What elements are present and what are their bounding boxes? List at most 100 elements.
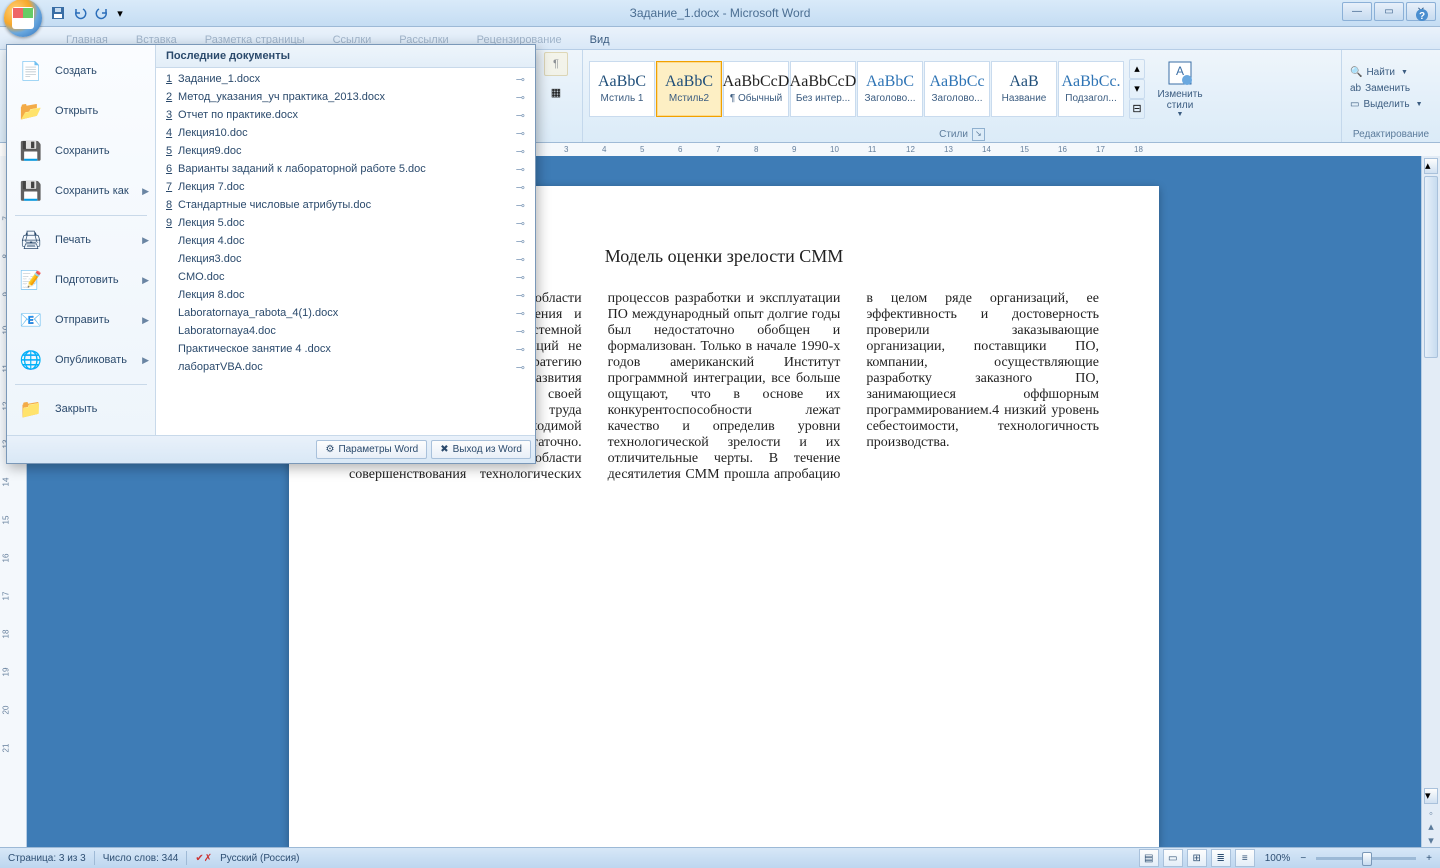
menu-send[interactable]: 📧Отправить▶ <box>7 300 155 340</box>
gallery-more-icon[interactable]: ⊟ <box>1129 99 1145 119</box>
tab-view[interactable]: Вид <box>576 31 624 49</box>
menu-prepare[interactable]: 📝Подготовить▶ <box>7 260 155 300</box>
group-editing: 🔍Найти▼ abЗаменить ▭Выделить▼ Редактиров… <box>1342 50 1440 142</box>
scroll-down-icon[interactable]: ▾ <box>1424 788 1438 804</box>
recent-document-item[interactable]: 4Лекция10.doc⊸ <box>160 124 531 142</box>
browse-object-icon[interactable]: ◦ <box>1426 808 1436 818</box>
pin-icon[interactable]: ⊸ <box>516 181 525 194</box>
prev-page-icon[interactable]: ▴ <box>1424 820 1438 832</box>
recent-document-item[interactable]: Практическое занятие 4 .docx⊸ <box>160 340 531 358</box>
status-words[interactable]: Число слов: 344 <box>103 853 179 864</box>
pilcrow-icon[interactable]: ¶ <box>544 52 568 76</box>
zoom-level[interactable]: 100% <box>1265 853 1291 864</box>
pin-icon[interactable]: ⊸ <box>516 343 525 356</box>
style-item[interactable]: AaBbCЗаголово... <box>857 61 923 117</box>
menu-close[interactable]: 📁Закрыть <box>7 389 155 429</box>
pin-icon[interactable]: ⊸ <box>516 127 525 140</box>
word-options-button[interactable]: ⚙Параметры Word <box>316 440 427 459</box>
zoom-out-icon[interactable]: − <box>1300 853 1306 864</box>
recent-document-item[interactable]: 2Метод_указания_уч практика_2013.docx⊸ <box>160 88 531 106</box>
gallery-down-icon[interactable]: ▾ <box>1129 79 1145 99</box>
recent-document-item[interactable]: Laboratornaya_rabota_4(1).docx⊸ <box>160 304 531 322</box>
window-title: Задание_1.docx - Microsoft Word <box>630 6 811 20</box>
recent-document-item[interactable]: 1Задание_1.docx⊸ <box>160 70 531 88</box>
menu-open[interactable]: 📂Открыть <box>7 91 155 131</box>
proofing-icon[interactable]: ✔✗ <box>195 853 212 864</box>
style-item[interactable]: AaBbCМстиль2 <box>656 61 722 117</box>
pin-icon[interactable]: ⊸ <box>516 73 525 86</box>
recent-document-item[interactable]: Лекция3.doc⊸ <box>160 250 531 268</box>
pin-icon[interactable]: ⊸ <box>516 271 525 284</box>
pin-icon[interactable]: ⊸ <box>516 163 525 176</box>
menu-new[interactable]: 📄Создать <box>7 51 155 91</box>
style-item[interactable]: AaBbCМстиль 1 <box>589 61 655 117</box>
select-button[interactable]: ▭Выделить▼ <box>1346 97 1427 112</box>
minimize-button[interactable]: — <box>1342 2 1372 21</box>
recent-document-item[interactable]: CMO.doc⊸ <box>160 268 531 286</box>
view-outline-icon[interactable]: ≣ <box>1211 849 1231 867</box>
borders-icon[interactable]: ▦ <box>544 80 568 104</box>
recent-document-item[interactable]: 9Лекция 5.doc⊸ <box>160 214 531 232</box>
qat-redo-icon[interactable] <box>92 3 112 23</box>
change-styles-button[interactable]: A Изменить стили▼ <box>1148 53 1212 125</box>
qat-save-icon[interactable] <box>48 3 68 23</box>
status-page[interactable]: Страница: 3 из 3 <box>8 853 86 864</box>
status-language[interactable]: Русский (Россия) <box>220 853 299 864</box>
menu-save[interactable]: 💾Сохранить <box>7 131 155 171</box>
style-item[interactable]: AaBНазвание <box>991 61 1057 117</box>
help-icon[interactable]: ? <box>1410 3 1434 27</box>
styles-launcher-icon[interactable]: ↘ <box>972 128 985 141</box>
scroll-thumb[interactable] <box>1424 176 1438 358</box>
style-item[interactable]: AaBbCc.Подзагол... <box>1058 61 1124 117</box>
pin-icon[interactable]: ⊸ <box>516 235 525 248</box>
pin-icon[interactable]: ⊸ <box>516 325 525 338</box>
recent-document-item[interactable]: 8Стандартные числовые атрибуты.doc⊸ <box>160 196 531 214</box>
menu-publish[interactable]: 🌐Опубликовать▶ <box>7 340 155 380</box>
open-icon: 📂 <box>17 97 45 125</box>
recent-document-item[interactable]: 3Отчет по практике.docx⊸ <box>160 106 531 124</box>
office-button[interactable] <box>4 0 42 37</box>
exit-word-button[interactable]: ✖Выход из Word <box>431 440 531 459</box>
styles-gallery[interactable]: AaBbCМстиль 1AaBbCМстиль2AaBbCcD¶ Обычны… <box>589 61 1124 117</box>
svg-text:?: ? <box>1419 11 1425 22</box>
qat-customize-icon[interactable]: ▾ <box>114 3 126 23</box>
view-full-screen-icon[interactable]: ▭ <box>1163 849 1183 867</box>
pin-icon[interactable]: ⊸ <box>516 361 525 374</box>
pin-icon[interactable]: ⊸ <box>516 289 525 302</box>
recent-document-item[interactable]: Лекция 8.doc⊸ <box>160 286 531 304</box>
next-page-icon[interactable]: ▾ <box>1424 834 1438 846</box>
scroll-up-icon[interactable]: ▴ <box>1424 158 1438 174</box>
style-item[interactable]: AaBbCcD¶ Обычный <box>723 61 789 117</box>
quick-access-toolbar: ▾ <box>48 3 126 23</box>
style-item[interactable]: AaBbCcDБез интер... <box>790 61 856 117</box>
office-menu-commands: 📄Создать 📂Открыть 💾Сохранить 💾Сохранить … <box>7 45 156 435</box>
menu-save-as[interactable]: 💾Сохранить как▶ <box>7 171 155 211</box>
recent-document-item[interactable]: Лекция 4.doc⊸ <box>160 232 531 250</box>
recent-document-item[interactable]: 5Лекция9.doc⊸ <box>160 142 531 160</box>
view-draft-icon[interactable]: ≡ <box>1235 849 1255 867</box>
zoom-slider[interactable] <box>1316 857 1416 860</box>
pin-icon[interactable]: ⊸ <box>516 307 525 320</box>
pin-icon[interactable]: ⊸ <box>516 109 525 122</box>
vertical-scrollbar[interactable]: ▴ ▾ ◦ ▴ ▾ <box>1421 156 1440 848</box>
recent-document-item[interactable]: 6Варианты заданий к лабораторной работе … <box>160 160 531 178</box>
gallery-up-icon[interactable]: ▴ <box>1129 59 1145 79</box>
replace-button[interactable]: abЗаменить <box>1346 81 1427 96</box>
pin-icon[interactable]: ⊸ <box>516 199 525 212</box>
style-item[interactable]: AaBbCcЗаголово... <box>924 61 990 117</box>
recent-document-item[interactable]: лаборатVBA.doc⊸ <box>160 358 531 376</box>
qat-undo-icon[interactable] <box>70 3 90 23</box>
find-button[interactable]: 🔍Найти▼ <box>1346 65 1427 80</box>
zoom-in-icon[interactable]: + <box>1426 853 1432 864</box>
pin-icon[interactable]: ⊸ <box>516 145 525 158</box>
view-web-icon[interactable]: ⊞ <box>1187 849 1207 867</box>
view-print-layout-icon[interactable]: ▤ <box>1139 849 1159 867</box>
recent-document-item[interactable]: Laboratornaya4.doc⊸ <box>160 322 531 340</box>
pin-icon[interactable]: ⊸ <box>516 253 525 266</box>
menu-print[interactable]: 🖨Печать▶ <box>7 220 155 260</box>
office-menu: 📄Создать 📂Открыть 💾Сохранить 💾Сохранить … <box>6 44 536 464</box>
pin-icon[interactable]: ⊸ <box>516 91 525 104</box>
recent-document-item[interactable]: 7Лекция 7.doc⊸ <box>160 178 531 196</box>
pin-icon[interactable]: ⊸ <box>516 217 525 230</box>
maximize-button[interactable]: ▭ <box>1374 2 1404 21</box>
